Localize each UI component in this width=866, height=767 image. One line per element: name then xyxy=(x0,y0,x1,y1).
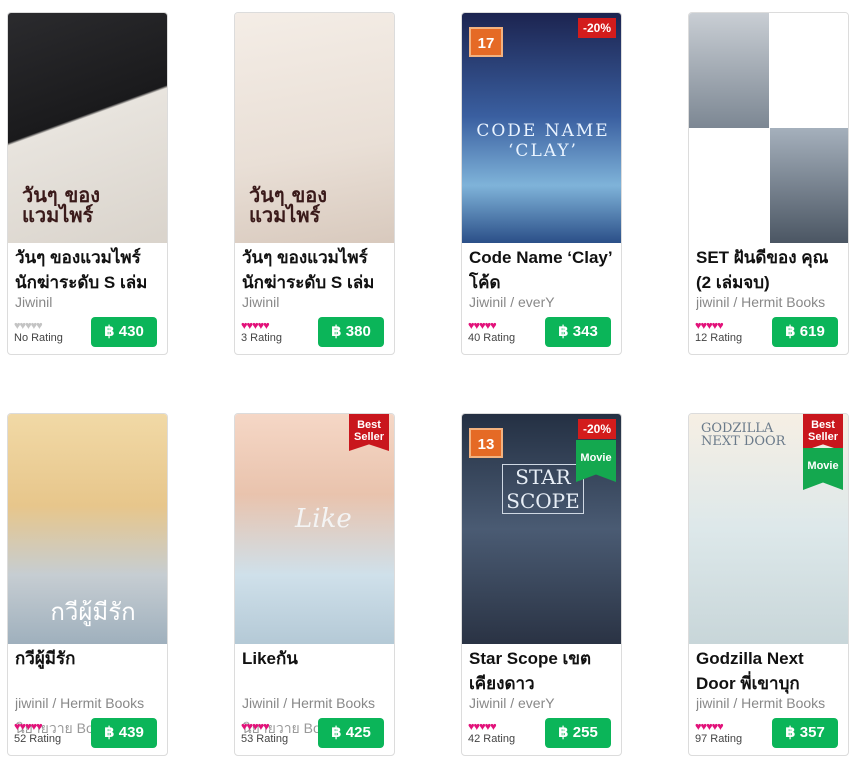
book-author[interactable]: jiwinil / Hermit Books xyxy=(15,695,167,711)
price-button[interactable]: ฿ 430 xyxy=(91,317,157,347)
rating: ♥♥♥♥♥ 12 Rating xyxy=(695,320,742,345)
heart-rating-icon: ♥♥♥♥♥ xyxy=(695,320,724,332)
book-author[interactable]: Jiwinil / everY xyxy=(469,695,621,711)
discount-badge: -20% xyxy=(577,419,616,439)
rating-label: No Rating xyxy=(14,332,63,344)
rating-label: 53 Rating xyxy=(241,733,289,745)
heart-rating-icon: ♥♥♥♥♥ xyxy=(468,721,497,733)
rating-label: 52 Rating xyxy=(14,733,62,745)
cover-title-text: กวีผู้มีรัก xyxy=(50,598,136,626)
rating-label: 42 Rating xyxy=(468,733,516,745)
rating: ♥♥♥♥♥ 52 Rating xyxy=(14,721,61,746)
book-card[interactable]: CODE NAME ‘CLAY’ 17 -20% Code Name ‘Clay’ โ… xyxy=(461,12,622,355)
promo-stamp: 13 xyxy=(469,428,503,458)
book-cover[interactable] xyxy=(689,13,848,243)
book-card[interactable]: วันๆ ของ แวมไพร์วันๆ ของแวมไพร์ นักฆ่าระ… xyxy=(7,12,168,355)
price-button[interactable]: ฿ 357 xyxy=(772,718,838,748)
rating-label: 97 Rating xyxy=(695,733,743,745)
rating: ♥♥♥♥♥ 42 Rating xyxy=(468,721,515,746)
heart-rating-icon: ♥♥♥♥♥ xyxy=(241,721,270,733)
heart-rating-icon: ♥♥♥♥♥ xyxy=(14,721,43,733)
book-title[interactable]: กวีผู้มีรัก xyxy=(15,646,167,698)
book-author[interactable]: jiwinil / Hermit Books xyxy=(696,294,848,310)
book-title[interactable]: วันๆ ของแวมไพร์ นักฆ่าระดับ S เล่ม xyxy=(242,245,394,297)
book-author[interactable]: Jiwinil / everY xyxy=(469,294,621,310)
rating: ♥♥♥♥♥ 40 Rating xyxy=(468,320,515,345)
cover-title-text: วันๆ ของ แวมไพร์ xyxy=(249,183,328,227)
book-author[interactable]: Jiwinil / Hermit Books xyxy=(242,695,394,711)
book-author[interactable]: jiwinil / Hermit Books xyxy=(696,695,848,711)
book-title[interactable]: Code Name ‘Clay’ โค้ด xyxy=(469,245,621,297)
price-button[interactable]: ฿ 380 xyxy=(318,317,384,347)
rating: ♥♥♥♥♥ 53 Rating xyxy=(241,721,288,746)
book-card[interactable]: วันๆ ของ แวมไพร์วันๆ ของแวมไพร์ นักฆ่าระ… xyxy=(234,12,395,355)
promo-stamp: 17 xyxy=(469,27,503,57)
cover-title-text: STAR SCOPE xyxy=(502,464,584,514)
price-button[interactable]: ฿ 619 xyxy=(772,317,838,347)
price-button[interactable]: ฿ 343 xyxy=(545,317,611,347)
book-card[interactable]: SET ฝันดีของ คุณ (2 เล่มจบ) jiwinil / Her… xyxy=(688,12,849,355)
cover-title-text: วันๆ ของ แวมไพร์ xyxy=(22,183,101,227)
book-title[interactable]: Likeกัน xyxy=(242,646,394,698)
book-author[interactable]: Jiwinil xyxy=(242,294,394,310)
book-card[interactable]: GODZILLA NEXT DOOR Best Seller Movie Godzil… xyxy=(688,413,849,756)
price-button[interactable]: ฿ 439 xyxy=(91,718,157,748)
book-title[interactable]: วันๆ ของแวมไพร์ นักฆ่าระดับ S เล่ม xyxy=(15,245,167,297)
rating-label: 12 Rating xyxy=(695,332,743,344)
book-cover[interactable]: วันๆ ของ แวมไพร์ xyxy=(235,13,394,243)
heart-rating-icon: ♥♥♥♥♥ xyxy=(14,320,43,332)
rating-label: 3 Rating xyxy=(241,332,282,344)
book-cover[interactable]: Like xyxy=(235,414,394,644)
book-title[interactable]: Star Scope เขต เคียงดาว xyxy=(469,646,621,698)
rating: ♥♥♥♥♥ No Rating xyxy=(14,320,63,345)
cover-title-text: GODZILLA NEXT DOOR xyxy=(701,421,786,449)
book-cover[interactable]: วันๆ ของ แวมไพร์ xyxy=(8,13,167,243)
heart-rating-icon: ♥♥♥♥♥ xyxy=(695,721,724,733)
heart-rating-icon: ♥♥♥♥♥ xyxy=(468,320,497,332)
cover-title-text: CODE NAME ‘CLAY’ xyxy=(476,121,610,161)
book-author[interactable]: Jiwinil xyxy=(15,294,167,310)
heart-rating-icon: ♥♥♥♥♥ xyxy=(241,320,270,332)
rating: ♥♥♥♥♥ 97 Rating xyxy=(695,721,742,746)
book-card[interactable]: กวีผู้มีรัก กวีผู้มีรัก jiwinil / Hermit B… xyxy=(7,413,168,756)
book-card[interactable]: STAR SCOPE 13 -20% Movie Star Scope เขต เคีย… xyxy=(461,413,622,756)
rating-label: 40 Rating xyxy=(468,332,516,344)
price-button[interactable]: ฿ 255 xyxy=(545,718,611,748)
discount-badge: -20% xyxy=(577,18,616,38)
book-title[interactable]: Godzilla Next Door พี่เขาบุก xyxy=(696,646,848,698)
cover-title-text: Like xyxy=(295,504,352,534)
book-card[interactable]: Like Best Seller Likeกัน Jiwinil / Hermit B… xyxy=(234,413,395,756)
price-button[interactable]: ฿ 425 xyxy=(318,718,384,748)
rating: ♥♥♥♥♥ 3 Rating xyxy=(241,320,282,345)
book-cover[interactable]: กวีผู้มีรัก xyxy=(8,414,167,644)
book-title[interactable]: SET ฝันดีของ คุณ (2 เล่มจบ) xyxy=(696,245,848,297)
